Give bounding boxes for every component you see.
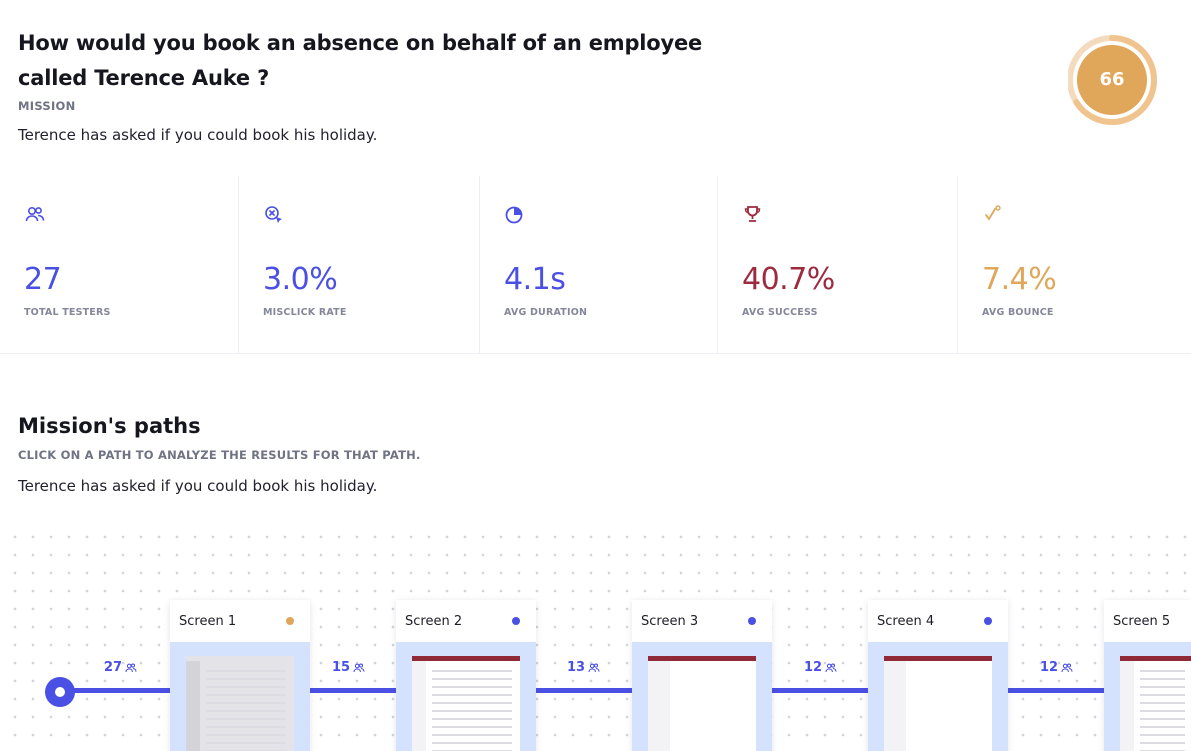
status-dot — [286, 617, 294, 625]
thumbnail-sidebar — [648, 661, 670, 751]
screen-card-1[interactable]: Screen 1 — [170, 600, 310, 751]
path-connector[interactable] — [772, 688, 868, 693]
mission-tag: MISSION — [18, 99, 76, 113]
path-start-node[interactable] — [45, 677, 75, 707]
paths-subtitle: CLICK ON A PATH TO ANALYZE THE RESULTS F… — [18, 448, 421, 462]
stat-misclick-rate: 3.0% MISCLICK RATE — [239, 176, 480, 354]
stat-label: MISCLICK RATE — [263, 307, 347, 318]
thumbnail-sidebar — [884, 661, 906, 751]
thumbnail-sidebar — [412, 661, 426, 751]
status-dot — [748, 617, 756, 625]
screen-name: Screen 3 — [641, 614, 699, 629]
screen-card-header: Screen 3 — [632, 600, 772, 642]
users-icon — [25, 206, 45, 222]
thumbnail-sidebar — [186, 661, 200, 751]
path-connector[interactable] — [310, 688, 396, 693]
trophy-icon — [744, 206, 761, 222]
path-count-value: 15 — [332, 660, 351, 675]
screen-card-4[interactable]: Screen 4 — [868, 600, 1008, 751]
mission-title: How would you book an absence on behalf … — [18, 31, 703, 90]
screen-card-3[interactable]: Screen 3 — [632, 600, 772, 751]
mission-description: Terence has asked if you could book his … — [18, 126, 378, 144]
users-icon — [125, 663, 137, 672]
path-count[interactable]: 12 — [1040, 660, 1073, 675]
path-connector[interactable] — [1008, 688, 1104, 693]
stat-value: 3.0% — [263, 262, 338, 297]
screen-thumbnail[interactable] — [1104, 642, 1191, 751]
path-count[interactable]: 15 — [332, 660, 365, 675]
screen-name: Screen 2 — [405, 614, 463, 629]
screen-thumbnail[interactable] — [632, 642, 772, 751]
path-count-value: 13 — [567, 660, 586, 675]
thumbnail-page — [648, 656, 756, 751]
screen-thumbnail[interactable] — [868, 642, 1008, 751]
screen-name: Screen 4 — [877, 614, 935, 629]
thumbnail-sidebar — [1120, 661, 1134, 751]
path-count-value: 12 — [1040, 660, 1059, 675]
screen-card-2[interactable]: Screen 2 — [396, 600, 536, 751]
stat-label: AVG DURATION — [504, 307, 588, 318]
users-icon — [353, 663, 365, 672]
path-connector[interactable] — [536, 688, 632, 693]
screen-card-header: Screen 5 — [1104, 600, 1191, 642]
stat-avg-duration: 4.1s AVG DURATION — [480, 176, 718, 354]
screen-card-header: Screen 2 — [396, 600, 536, 642]
stat-total-testers: 27 TOTAL TESTERS — [0, 176, 239, 354]
score-value: 66 — [1099, 69, 1125, 90]
users-icon — [1061, 663, 1073, 672]
users-icon — [588, 663, 600, 672]
paths-description: Terence has asked if you could book his … — [18, 477, 378, 495]
thumbnail-topbar — [412, 656, 520, 661]
thumbnail-page — [884, 656, 992, 751]
stat-value: 27 — [24, 262, 62, 297]
path-count-value: 12 — [804, 660, 823, 675]
thumbnail-content — [432, 670, 512, 751]
status-dot — [512, 617, 520, 625]
stat-label: AVG BOUNCE — [982, 307, 1054, 318]
path-count[interactable]: 27 — [104, 660, 137, 675]
stat-value: 40.7% — [742, 262, 835, 297]
stat-value: 7.4% — [982, 262, 1057, 297]
thumbnail-page — [412, 656, 520, 751]
screen-name: Screen 1 — [179, 614, 237, 629]
score-gauge: 66 — [1068, 34, 1160, 126]
path-connector[interactable] — [60, 688, 170, 693]
mission-header: How would you book an absence on behalf … — [18, 26, 1018, 144]
thumbnail-content — [206, 670, 286, 751]
bounce-icon — [985, 205, 1001, 221]
stat-label: TOTAL TESTERS — [24, 307, 111, 318]
pie-clock-icon — [505, 206, 523, 224]
screen-thumbnail[interactable] — [170, 642, 310, 751]
paths-title: Mission's paths — [18, 414, 201, 438]
paths-canvas[interactable]: 27 15 13 12 12 Screen 1 Screen 2 Screen … — [0, 522, 1191, 751]
screen-card-header: Screen 1 — [170, 600, 310, 642]
path-count[interactable]: 12 — [804, 660, 837, 675]
screen-card-header: Screen 4 — [868, 600, 1008, 642]
users-icon — [825, 663, 837, 672]
misclick-icon — [265, 206, 282, 223]
stat-avg-bounce: 7.4% AVG BOUNCE — [958, 176, 1191, 354]
stat-value: 4.1s — [504, 262, 566, 297]
path-count-value: 27 — [104, 660, 123, 675]
status-dot — [984, 617, 992, 625]
screen-thumbnail[interactable] — [396, 642, 536, 751]
thumbnail-content — [1140, 670, 1185, 751]
stat-label: AVG SUCCESS — [742, 307, 818, 318]
screen-card-5[interactable]: Screen 5 — [1104, 600, 1191, 751]
thumbnail-page — [186, 656, 294, 751]
thumbnail-page — [1120, 656, 1191, 751]
stat-avg-success: 40.7% AVG SUCCESS — [718, 176, 958, 354]
path-count[interactable]: 13 — [567, 660, 600, 675]
screen-name: Screen 5 — [1113, 614, 1171, 629]
stats-row: 27 TOTAL TESTERS 3.0% MISCLICK RATE 4.1s… — [0, 176, 1191, 354]
